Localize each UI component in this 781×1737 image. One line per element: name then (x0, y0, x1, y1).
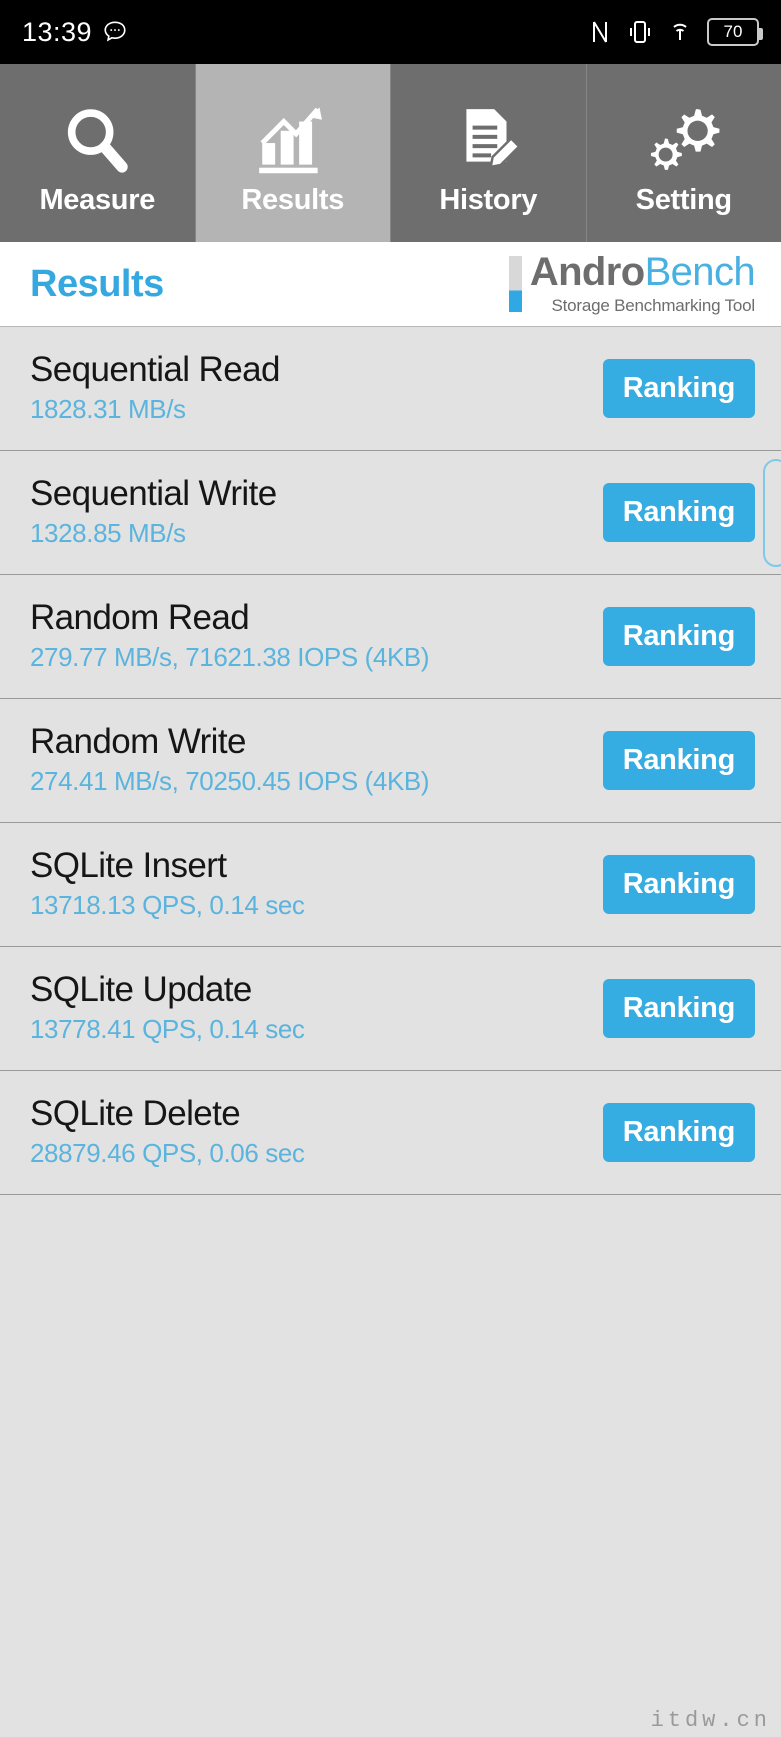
tab-history-label: History (439, 183, 538, 216)
row-texts: Random Write 274.41 MB/s, 70250.45 IOPS … (30, 721, 430, 798)
ranking-button[interactable]: Ranking (602, 607, 755, 666)
tab-measure[interactable]: Measure (0, 64, 196, 242)
brand-text: AndroBench Storage Benchmarking Tool (529, 250, 756, 316)
row-title: Random Read (30, 597, 250, 637)
document-pencil-icon (451, 98, 525, 182)
nfc-icon (587, 18, 613, 46)
table-row[interactable]: SQLite Insert 13718.13 QPS, 0.14 sec Ran… (0, 823, 781, 947)
row-value: 1328.85 MB/s (30, 518, 186, 549)
tab-setting-label: Setting (635, 183, 732, 216)
status-left: 13:39 (22, 17, 128, 48)
ranking-button[interactable]: Ranking (602, 359, 755, 418)
table-row[interactable]: SQLite Update 13778.41 QPS, 0.14 sec Ran… (0, 947, 781, 1071)
empty-list-area (0, 1195, 781, 1737)
magnifier-icon (59, 98, 135, 182)
watermark: itdw.cn (650, 1708, 771, 1733)
phone-screen: 13:39 70 Measure Results History Setting… (0, 0, 781, 1737)
row-texts: SQLite Update 13778.41 QPS, 0.14 sec (30, 969, 305, 1046)
ranking-button[interactable]: Ranking (602, 855, 755, 914)
row-title: SQLite Update (30, 969, 252, 1009)
row-texts: SQLite Insert 13718.13 QPS, 0.14 sec (30, 845, 305, 922)
ranking-button[interactable]: Ranking (602, 979, 755, 1038)
table-row[interactable]: Random Write 274.41 MB/s, 70250.45 IOPS … (0, 699, 781, 823)
logo-bar-icon (508, 256, 522, 312)
row-value: 1828.31 MB/s (30, 394, 186, 425)
status-clock: 13:39 (22, 16, 93, 47)
table-row[interactable]: Random Read 279.77 MB/s, 71621.38 IOPS (… (0, 575, 781, 699)
app-logo: AndroBench Storage Benchmarking Tool (508, 250, 756, 316)
table-row[interactable]: Sequential Write 1328.85 MB/s Ranking (0, 451, 781, 575)
table-row[interactable]: Sequential Read 1828.31 MB/s Ranking (0, 327, 781, 451)
table-row[interactable]: SQLite Delete 28879.46 QPS, 0.06 sec Ran… (0, 1071, 781, 1195)
row-texts: SQLite Delete 28879.46 QPS, 0.06 sec (30, 1093, 305, 1170)
brand-name-first: Andro (529, 250, 645, 294)
row-value: 28879.46 QPS, 0.06 sec (30, 1138, 305, 1169)
tab-results-label: Results (241, 183, 345, 216)
wifi-icon (667, 18, 693, 46)
row-value: 13718.13 QPS, 0.14 sec (30, 890, 305, 921)
tab-measure-label: Measure (39, 183, 156, 216)
row-title: Sequential Read (30, 349, 280, 389)
ranking-button[interactable]: Ranking (602, 483, 755, 542)
row-texts: Random Read 279.77 MB/s, 71621.38 IOPS (… (30, 597, 430, 674)
row-value: 274.41 MB/s, 70250.45 IOPS (4KB) (30, 766, 430, 797)
ranking-button[interactable]: Ranking (602, 1103, 755, 1162)
brand-name: AndroBench (529, 250, 756, 294)
battery-level: 70 (723, 22, 743, 41)
tab-results[interactable]: Results (195, 64, 391, 242)
row-texts: Sequential Read 1828.31 MB/s (30, 349, 280, 426)
status-bar: 13:39 70 (0, 0, 781, 64)
row-texts: Sequential Write 1328.85 MB/s (30, 473, 277, 550)
gears-icon (642, 98, 726, 182)
vibrate-icon (627, 18, 653, 46)
ranking-button[interactable]: Ranking (602, 731, 755, 790)
row-title: SQLite Insert (30, 845, 227, 885)
row-value: 279.77 MB/s, 71621.38 IOPS (4KB) (30, 642, 430, 673)
tab-setting[interactable]: Setting (587, 64, 781, 242)
tab-history[interactable]: History (391, 64, 587, 242)
message-icon (102, 19, 128, 45)
brand-name-second: Bench (644, 250, 756, 294)
scrollbar[interactable] (763, 459, 781, 567)
tab-bar: Measure Results History Setting (0, 64, 781, 242)
brand-subtitle: Storage Benchmarking Tool (551, 296, 755, 315)
row-title: SQLite Delete (30, 1093, 241, 1133)
bar-chart-icon (253, 98, 333, 182)
results-list: Sequential Read 1828.31 MB/s Ranking Seq… (0, 327, 781, 1195)
battery-indicator: 70 (707, 18, 763, 46)
row-title: Random Write (30, 721, 246, 761)
page-title: Results (30, 262, 164, 305)
row-value: 13778.41 QPS, 0.14 sec (30, 1014, 305, 1045)
page-header: Results AndroBench Storage Benchmarking … (0, 242, 781, 327)
row-title: Sequential Write (30, 473, 277, 513)
status-right: 70 (587, 18, 763, 46)
